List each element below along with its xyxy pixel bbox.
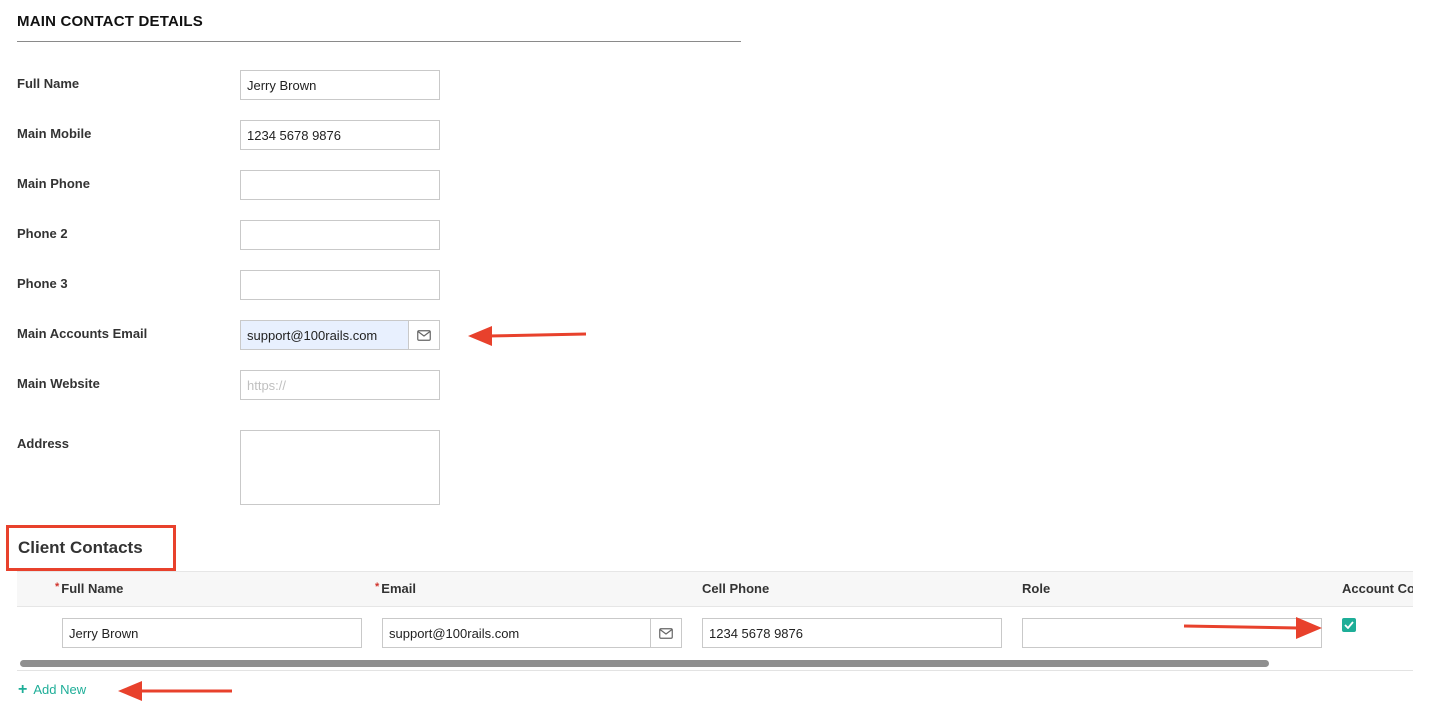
website-input[interactable] (240, 370, 440, 400)
annotation-arrow-account-contact (1183, 617, 1322, 639)
add-new-label: Add New (33, 682, 87, 697)
section-title-main-contact: MAIN CONTACT DETAILS (17, 13, 203, 30)
website-label: Main Website (17, 376, 100, 391)
col-header-role: Role (1022, 581, 1051, 596)
account-contact-checkbox[interactable] (1342, 618, 1356, 632)
col-header-full-name: * Full Name (55, 581, 123, 596)
full-name-input[interactable] (240, 70, 440, 100)
accounts-email-field (240, 320, 440, 350)
envelope-icon[interactable] (650, 619, 681, 647)
annotation-arrow-add-new (118, 681, 232, 701)
accounts-email-input[interactable] (241, 321, 408, 349)
section-divider (17, 41, 741, 42)
main-mobile-input[interactable] (240, 120, 440, 150)
address-label: Address (17, 436, 70, 451)
address-textarea[interactable] (240, 430, 440, 505)
accounts-email-label: Main Accounts Email (17, 326, 148, 341)
required-marker: * (375, 581, 380, 593)
envelope-icon[interactable] (408, 321, 439, 349)
phone-3-label: Phone 3 (17, 276, 68, 291)
phone-2-label: Phone 2 (17, 226, 68, 241)
main-phone-label: Main Phone (17, 176, 90, 191)
add-new-button[interactable]: + Add New (18, 681, 87, 698)
contact-email-field (382, 618, 682, 648)
checkmark-icon (1344, 621, 1354, 629)
col-header-account-contact: Account Con (1342, 581, 1413, 596)
col-header-cell-phone: Cell Phone (702, 581, 770, 596)
contact-full-name-input[interactable] (62, 618, 362, 648)
col-header-email-label: Email (381, 581, 416, 596)
required-marker: * (55, 581, 60, 593)
col-header-full-name-label: Full Name (61, 581, 124, 596)
full-name-label: Full Name (17, 76, 80, 91)
contact-cell-phone-input[interactable] (702, 618, 1002, 648)
col-header-email: * Email (375, 581, 416, 596)
main-phone-input[interactable] (240, 170, 440, 200)
annotation-arrow-email (468, 326, 587, 346)
client-contacts-title: Client Contacts (18, 538, 143, 557)
phone-2-input[interactable] (240, 220, 440, 250)
main-mobile-label: Main Mobile (17, 126, 92, 141)
phone-3-input[interactable] (240, 270, 440, 300)
plus-icon: + (18, 681, 28, 698)
contact-email-input[interactable] (383, 619, 650, 647)
horizontal-scrollbar-thumb[interactable] (20, 660, 1269, 667)
